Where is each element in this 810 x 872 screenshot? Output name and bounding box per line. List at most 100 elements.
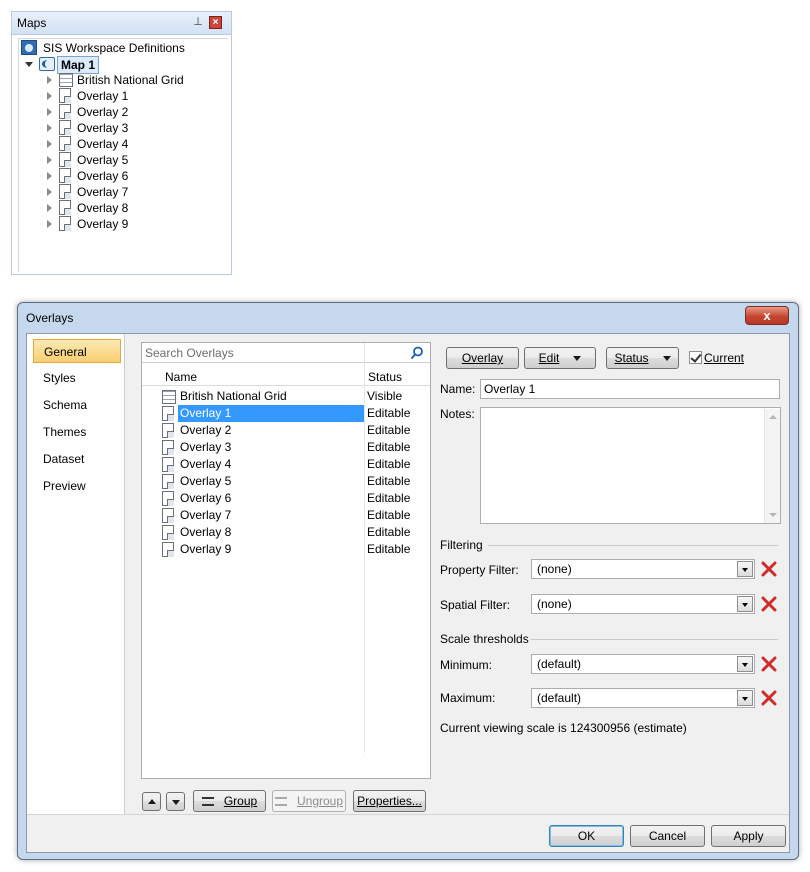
row-name: Overlay 3 — [180, 440, 232, 454]
expand-icon[interactable] — [47, 204, 52, 212]
tree-node-label: Overlay 7 — [77, 185, 129, 199]
move-down-button[interactable] — [166, 792, 185, 811]
chevron-down-icon[interactable] — [737, 690, 753, 706]
scroll-up-icon[interactable] — [769, 415, 777, 419]
property-filter-select[interactable]: (none) — [531, 559, 755, 579]
arrow-down-icon — [171, 800, 180, 805]
name-field[interactable] — [480, 379, 780, 399]
list-row[interactable]: Overlay 2 Editable — [142, 422, 430, 439]
tree-root-label: SIS Workspace Definitions — [43, 41, 185, 55]
close-icon[interactable]: × — [209, 16, 222, 29]
list-row[interactable]: British National Grid Visible — [142, 388, 430, 405]
notes-label: Notes: — [440, 407, 475, 421]
expand-icon[interactable] — [47, 76, 52, 84]
list-row[interactable]: Overlay 4 Editable — [142, 456, 430, 473]
clear-spatial-filter-icon[interactable] — [760, 595, 778, 613]
search-icon[interactable] — [410, 346, 424, 360]
expand-icon[interactable] — [47, 156, 52, 164]
column-header-name[interactable]: Name — [165, 370, 197, 384]
overlay-icon — [59, 200, 71, 215]
edit-menu-button[interactable]: Edit — [524, 347, 596, 369]
spatial-filter-select[interactable]: (none) — [531, 594, 755, 614]
list-row[interactable]: Overlay 3 Editable — [142, 439, 430, 456]
list-row[interactable]: Overlay 1 Editable — [142, 405, 430, 422]
overlay-icon — [59, 120, 71, 135]
maps-panel: Maps ⊥ × SIS Workspace Definitions Map 1… — [11, 11, 232, 275]
expand-icon[interactable] — [47, 140, 52, 148]
chevron-down-icon — [662, 356, 671, 362]
expand-icon[interactable] — [47, 124, 52, 132]
scale-thresholds-header: Scale thresholds — [440, 632, 529, 646]
expand-icon[interactable] — [47, 220, 52, 228]
clear-maximum-icon[interactable] — [760, 689, 778, 707]
overlay-icon — [162, 474, 174, 489]
scroll-down-icon[interactable] — [769, 513, 777, 517]
status-menu-label: Status — [614, 351, 649, 365]
ungroup-button[interactable]: Ungroup — [272, 790, 346, 812]
chevron-down-icon[interactable] — [737, 561, 753, 577]
list-row[interactable]: Overlay 8 Editable — [142, 524, 430, 541]
clear-minimum-icon[interactable] — [760, 655, 778, 673]
list-row[interactable]: Overlay 7 Editable — [142, 507, 430, 524]
maps-panel-header: Maps ⊥ × — [12, 12, 231, 35]
nav-item-schema[interactable]: Schema — [33, 393, 121, 417]
row-name: Overlay 7 — [180, 508, 232, 522]
move-up-button[interactable] — [142, 792, 161, 811]
spatial-filter-value: (none) — [537, 597, 572, 611]
close-button[interactable]: x — [745, 306, 789, 325]
overlay-menu-button[interactable]: Overlay — [446, 347, 519, 369]
category-nav: General Styles Schema Themes Dataset Preview — [27, 334, 125, 814]
minimum-value: (default) — [537, 657, 582, 671]
tree-map-node[interactable]: Map 1 — [21, 56, 111, 74]
ungroup-icon — [274, 797, 287, 807]
chevron-down-icon[interactable] — [737, 656, 753, 672]
status-menu-button[interactable]: Status — [606, 347, 679, 369]
list-row[interactable]: Overlay 6 Editable — [142, 490, 430, 507]
row-status: Editable — [367, 474, 411, 488]
expand-icon[interactable] — [47, 92, 52, 100]
overlays-dialog: Overlays x General Styles Schema Themes Data… — [17, 302, 799, 860]
row-name: Overlay 9 — [180, 542, 232, 556]
property-filter-value: (none) — [537, 562, 572, 576]
current-label[interactable]: Current — [704, 351, 744, 365]
tree-node-label: Overlay 3 — [77, 121, 129, 135]
row-status: Visible — [367, 389, 403, 403]
ok-button[interactable]: OK — [549, 825, 624, 847]
arrow-up-icon — [147, 799, 156, 804]
tree-node-label: British National Grid — [77, 73, 184, 87]
maximum-select[interactable]: (default) — [531, 688, 755, 708]
column-header-status[interactable]: Status — [368, 370, 402, 384]
pin-icon[interactable]: ⊥ — [192, 15, 204, 29]
properties-button[interactable]: Properties... — [353, 790, 426, 812]
list-row[interactable]: Overlay 5 Editable — [142, 473, 430, 490]
expand-icon[interactable] — [47, 188, 52, 196]
overlay-icon — [59, 88, 71, 103]
group-button[interactable]: Group — [193, 790, 266, 812]
chevron-down-icon[interactable] — [737, 596, 753, 612]
map-icon — [39, 57, 55, 71]
collapse-icon[interactable] — [25, 62, 33, 67]
grid-icon — [59, 73, 73, 87]
tree-node-label: Overlay 4 — [77, 137, 129, 151]
expand-icon[interactable] — [47, 172, 52, 180]
overlay-icon — [59, 168, 71, 183]
row-name: Overlay 4 — [180, 457, 232, 471]
row-status: Editable — [367, 406, 411, 420]
cancel-button[interactable]: Cancel — [630, 825, 705, 847]
list-row[interactable]: Overlay 9 Editable — [142, 541, 430, 558]
nav-item-styles[interactable]: Styles — [33, 366, 121, 390]
current-checkbox[interactable] — [689, 351, 702, 364]
apply-button[interactable]: Apply — [711, 825, 786, 847]
clear-property-filter-icon[interactable] — [760, 560, 778, 578]
tree-node-label: Overlay 1 — [77, 89, 129, 103]
nav-item-themes[interactable]: Themes — [33, 420, 121, 444]
nav-item-general[interactable]: General — [33, 339, 121, 363]
search-input[interactable] — [142, 343, 430, 363]
notes-field[interactable] — [480, 407, 781, 524]
notes-scrollbar[interactable] — [764, 409, 780, 523]
expand-icon[interactable] — [47, 108, 52, 116]
nav-item-preview[interactable]: Preview — [33, 474, 121, 498]
nav-item-dataset[interactable]: Dataset — [33, 447, 121, 471]
dialog-client-area: General Styles Schema Themes Dataset Preview … — [26, 333, 790, 853]
minimum-select[interactable]: (default) — [531, 654, 755, 674]
